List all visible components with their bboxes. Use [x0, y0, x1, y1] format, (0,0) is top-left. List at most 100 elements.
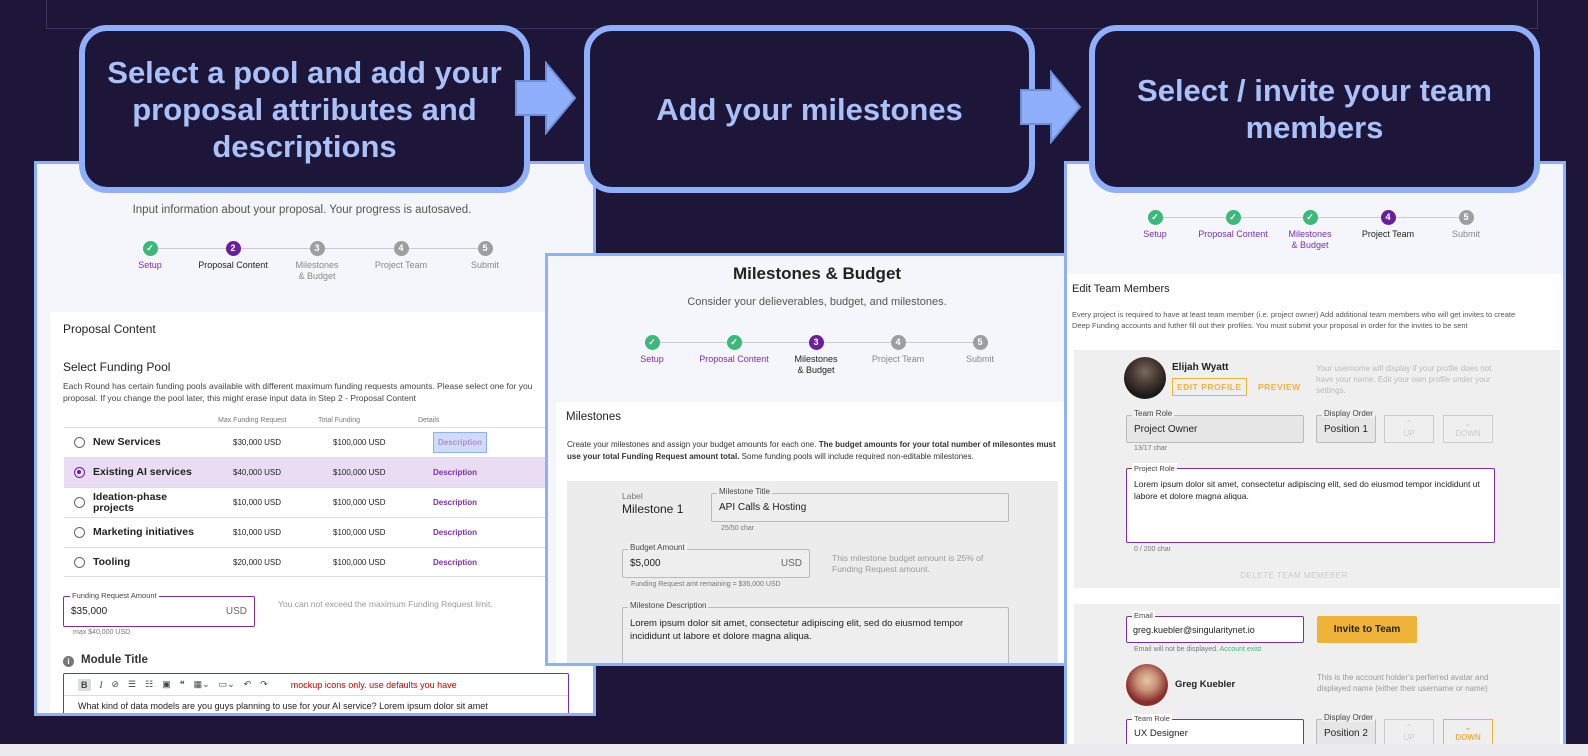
avatar-note: This is the account holder's perferred a…	[1317, 673, 1489, 693]
step-setup[interactable]: ✓ Setup	[612, 335, 692, 365]
member-name: Greg Kuebler	[1175, 679, 1236, 690]
description-link[interactable]: Description	[433, 528, 477, 537]
redo-icon[interactable]: ↷	[260, 679, 268, 690]
table-icon[interactable]: ▦⌄	[194, 679, 210, 690]
step-project-team[interactable]: 4 Project Team	[361, 241, 441, 271]
stepper: ✓ Setup ✓ Proposal Content ✓ Milestones & B…	[1067, 210, 1563, 260]
budget-note: This milestone budget amount is 25% of F…	[832, 553, 984, 574]
step-milestones[interactable]: 3 Milestones & Budget	[277, 241, 357, 282]
invite-button[interactable]: Invite to Team	[1317, 616, 1417, 643]
step-submit[interactable]: 5 Submit	[445, 241, 525, 271]
callout-invite-team: Select / invite your team members	[1089, 25, 1540, 193]
delete-member-button[interactable]: DELETE TEAM MEMEBER	[1074, 571, 1514, 580]
team-role-input[interactable]: Team Role UX Designer	[1126, 714, 1304, 747]
move-up-button[interactable]: ⌃ UP	[1384, 415, 1434, 443]
step-proposal-content[interactable]: ✓ Proposal Content	[694, 335, 774, 365]
milestone-title-input[interactable]: Milestone Title API Calls & Hosting	[711, 487, 1009, 522]
stepper: ✓ Setup 2 Proposal Content 3 Milestones & B…	[37, 241, 593, 291]
description-button[interactable]: Description	[433, 432, 488, 453]
display-order-select[interactable]: Display Order Position 1	[1316, 409, 1376, 443]
arrow-right-icon	[515, 61, 577, 135]
pool-radio[interactable]	[74, 467, 85, 478]
move-down-button[interactable]: ⌄ DOWN	[1443, 415, 1493, 443]
panel-subtitle: Consider your delieverables, budget, and…	[687, 296, 947, 308]
editor-toolbar: B I ⊘ ☰ ☷ ▣ ❝ ▦⌄ ▭⌄ ↶ ↷ mockup icons onl…	[64, 674, 568, 696]
edit-profile-button[interactable]: EDIT PROFILE	[1172, 378, 1247, 396]
section-title: Edit Team Members	[1072, 283, 1170, 295]
pool-row-selected[interactable]: Existing AI services $40,000 USD $100,00…	[64, 457, 593, 487]
member-card: Elijah Wyatt EDIT PROFILE PREVIEW Your u…	[1074, 350, 1560, 588]
preview-link[interactable]: PREVIEW	[1258, 382, 1301, 392]
pool-title: Select Funding Pool	[63, 360, 171, 374]
step-setup[interactable]: ✓ Setup	[1115, 210, 1195, 240]
step-submit[interactable]: 5 Submit	[940, 335, 1020, 365]
panel-title: Milestones & Budget	[732, 264, 902, 283]
label-caption: Label	[622, 491, 643, 501]
step-setup[interactable]: ✓ Setup	[110, 241, 190, 271]
description-link[interactable]: Description	[433, 558, 477, 567]
funding-note: You can not exceed the maximum Funding R…	[278, 599, 493, 609]
team-role-input[interactable]: Team Role Project Owner	[1126, 409, 1304, 443]
invite-card: Email greg.kuebler@singularitynet.io Inv…	[1074, 604, 1560, 748]
media-icon[interactable]: ▭⌄	[219, 679, 235, 690]
pool-radio[interactable]	[74, 527, 85, 538]
stepper: ✓ Setup ✓ Proposal Content 3 Milestones & B…	[548, 335, 1064, 385]
step-project-team[interactable]: 4 Project Team	[858, 335, 938, 365]
project-role-textarea[interactable]: Project Role Lorem ipsum dolor sit amet,…	[1126, 463, 1495, 543]
avatar	[1124, 357, 1166, 399]
pool-radio[interactable]	[74, 497, 85, 508]
milestones-description: Create your milestones and assign your b…	[567, 440, 1056, 461]
profile-note: Your usernome will display if your profi…	[1316, 364, 1492, 395]
pool-radio[interactable]	[74, 556, 85, 568]
avatar	[1126, 664, 1168, 706]
member-name: Elijah Wyatt	[1172, 362, 1229, 373]
step-proposal-content[interactable]: ✓ Proposal Content	[1193, 210, 1273, 240]
move-up-button[interactable]: ⌃ UP	[1384, 719, 1434, 747]
step-milestones[interactable]: 3 Milestones & Budget	[776, 335, 856, 376]
description-link[interactable]: Description	[433, 468, 477, 477]
funding-max: max $40,000 USD	[73, 629, 131, 636]
team-card: Edit Team Members Every project is requi…	[1067, 274, 1563, 748]
funding-request-input[interactable]: Funding Request Amount $35,000 USD	[63, 591, 255, 627]
pool-row[interactable]: New Services $30,000 USD $100,000 USD De…	[64, 427, 593, 457]
image-icon[interactable]: ▣	[162, 679, 171, 690]
undo-icon[interactable]: ↶	[244, 679, 252, 690]
intro-text: Input information about your proposal. Y…	[132, 204, 472, 216]
editor-text: What kind of data models are you guys pl…	[78, 701, 488, 711]
italic-icon[interactable]: I	[100, 680, 103, 690]
arrow-right-icon	[1020, 70, 1082, 144]
budget-amount-input[interactable]: Budget Amount $5,000 USD	[622, 543, 810, 578]
pool-row[interactable]: Ideation-phase projects $10,000 USD $100…	[64, 487, 593, 517]
pool-row[interactable]: Tooling $20,000 USD $100,000 USD Descrip…	[64, 547, 593, 577]
bullet-list-icon[interactable]: ☰	[128, 679, 136, 690]
milestones-panel: Milestones & Budget Consider your deliev…	[545, 253, 1067, 666]
role-char-count: 13/17 char	[1134, 445, 1168, 452]
email-input[interactable]: Email greg.kuebler@singularitynet.io	[1126, 611, 1304, 643]
team-description: Every project is required to have at lea…	[1072, 310, 1516, 330]
step-milestones[interactable]: ✓ Milestones & Budget	[1270, 210, 1350, 251]
step-project-team[interactable]: 4 Project Team	[1348, 210, 1428, 240]
step-proposal-content[interactable]: 2 Proposal Content	[193, 241, 273, 271]
milestone-description-input[interactable]: Milestone Description Lorem ipsum dolor …	[622, 601, 1009, 663]
section-title: Milestones	[566, 411, 621, 423]
display-order-select[interactable]: Display Order Position 2	[1316, 713, 1376, 747]
milestone-card: Label Milestone 1 Milestone Title API Ca…	[567, 481, 1058, 663]
step-submit[interactable]: 5 Submit	[1426, 210, 1506, 240]
quote-icon[interactable]: ❝	[180, 679, 185, 690]
milestone-label: Milestone 1	[622, 502, 684, 516]
move-down-button[interactable]: ⌄ DOWN	[1443, 719, 1493, 747]
pool-description: Each Round has certain funding pools ava…	[63, 381, 533, 403]
bold-icon[interactable]: B	[78, 678, 91, 691]
title-char-count: 25/50 char	[721, 525, 755, 532]
pool-row[interactable]: Marketing initiatives $10,000 USD $100,0…	[64, 517, 593, 547]
rich-text-editor[interactable]: B I ⊘ ☰ ☷ ▣ ❝ ▦⌄ ▭⌄ ↶ ↷ mockup icons onl…	[63, 673, 569, 713]
link-icon[interactable]: ⊘	[112, 679, 120, 690]
pool-radio[interactable]	[74, 437, 85, 448]
bottom-strip	[0, 744, 1588, 756]
numbered-list-icon[interactable]: ☷	[145, 679, 153, 690]
email-hint: Email will not be displayed. Account exi…	[1134, 646, 1262, 653]
callout-select-pool: Select a pool and add your proposal attr…	[79, 25, 530, 193]
milestones-card: Milestones Create your milestones and as…	[556, 402, 1064, 663]
description-link[interactable]: Description	[433, 498, 477, 507]
callout-add-milestones: Add your milestones	[584, 25, 1035, 193]
